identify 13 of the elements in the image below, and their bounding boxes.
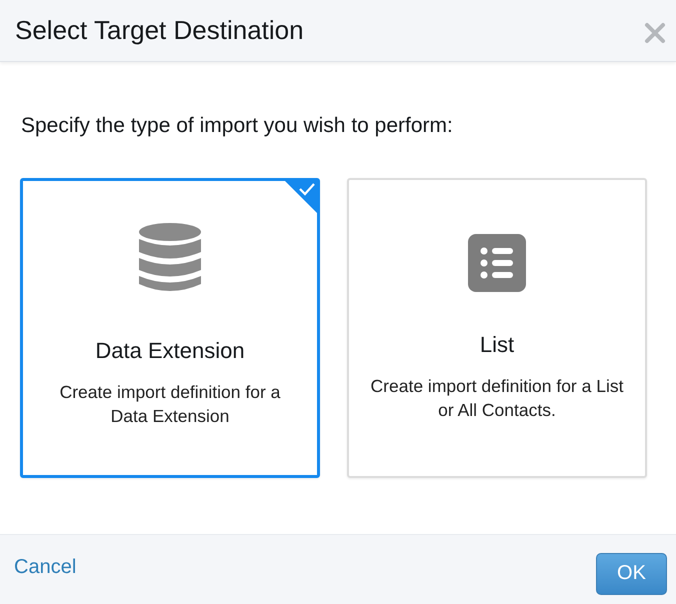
option-description: Create import definition for a List or All Contacts. bbox=[370, 375, 624, 422]
cancel-link[interactable]: Cancel bbox=[14, 556, 76, 579]
list-icon bbox=[468, 234, 526, 292]
prompt-text: Specify the type of import you wish to perform: bbox=[21, 114, 454, 138]
option-title: List bbox=[480, 332, 514, 358]
option-card[interactable]: Data Extension Create import definition for a Data Extension bbox=[20, 178, 320, 478]
close-icon[interactable] bbox=[644, 22, 666, 44]
dialog-title: Select Target Destination bbox=[15, 15, 304, 46]
database-icon bbox=[138, 222, 202, 294]
option-title: Data Extension bbox=[95, 338, 245, 364]
option-card[interactable]: List Create import definition for a List or All Contacts. bbox=[347, 178, 647, 478]
option-description: Create import definition for a Data Extension bbox=[58, 381, 282, 428]
checkmark-badge-icon bbox=[284, 180, 318, 214]
